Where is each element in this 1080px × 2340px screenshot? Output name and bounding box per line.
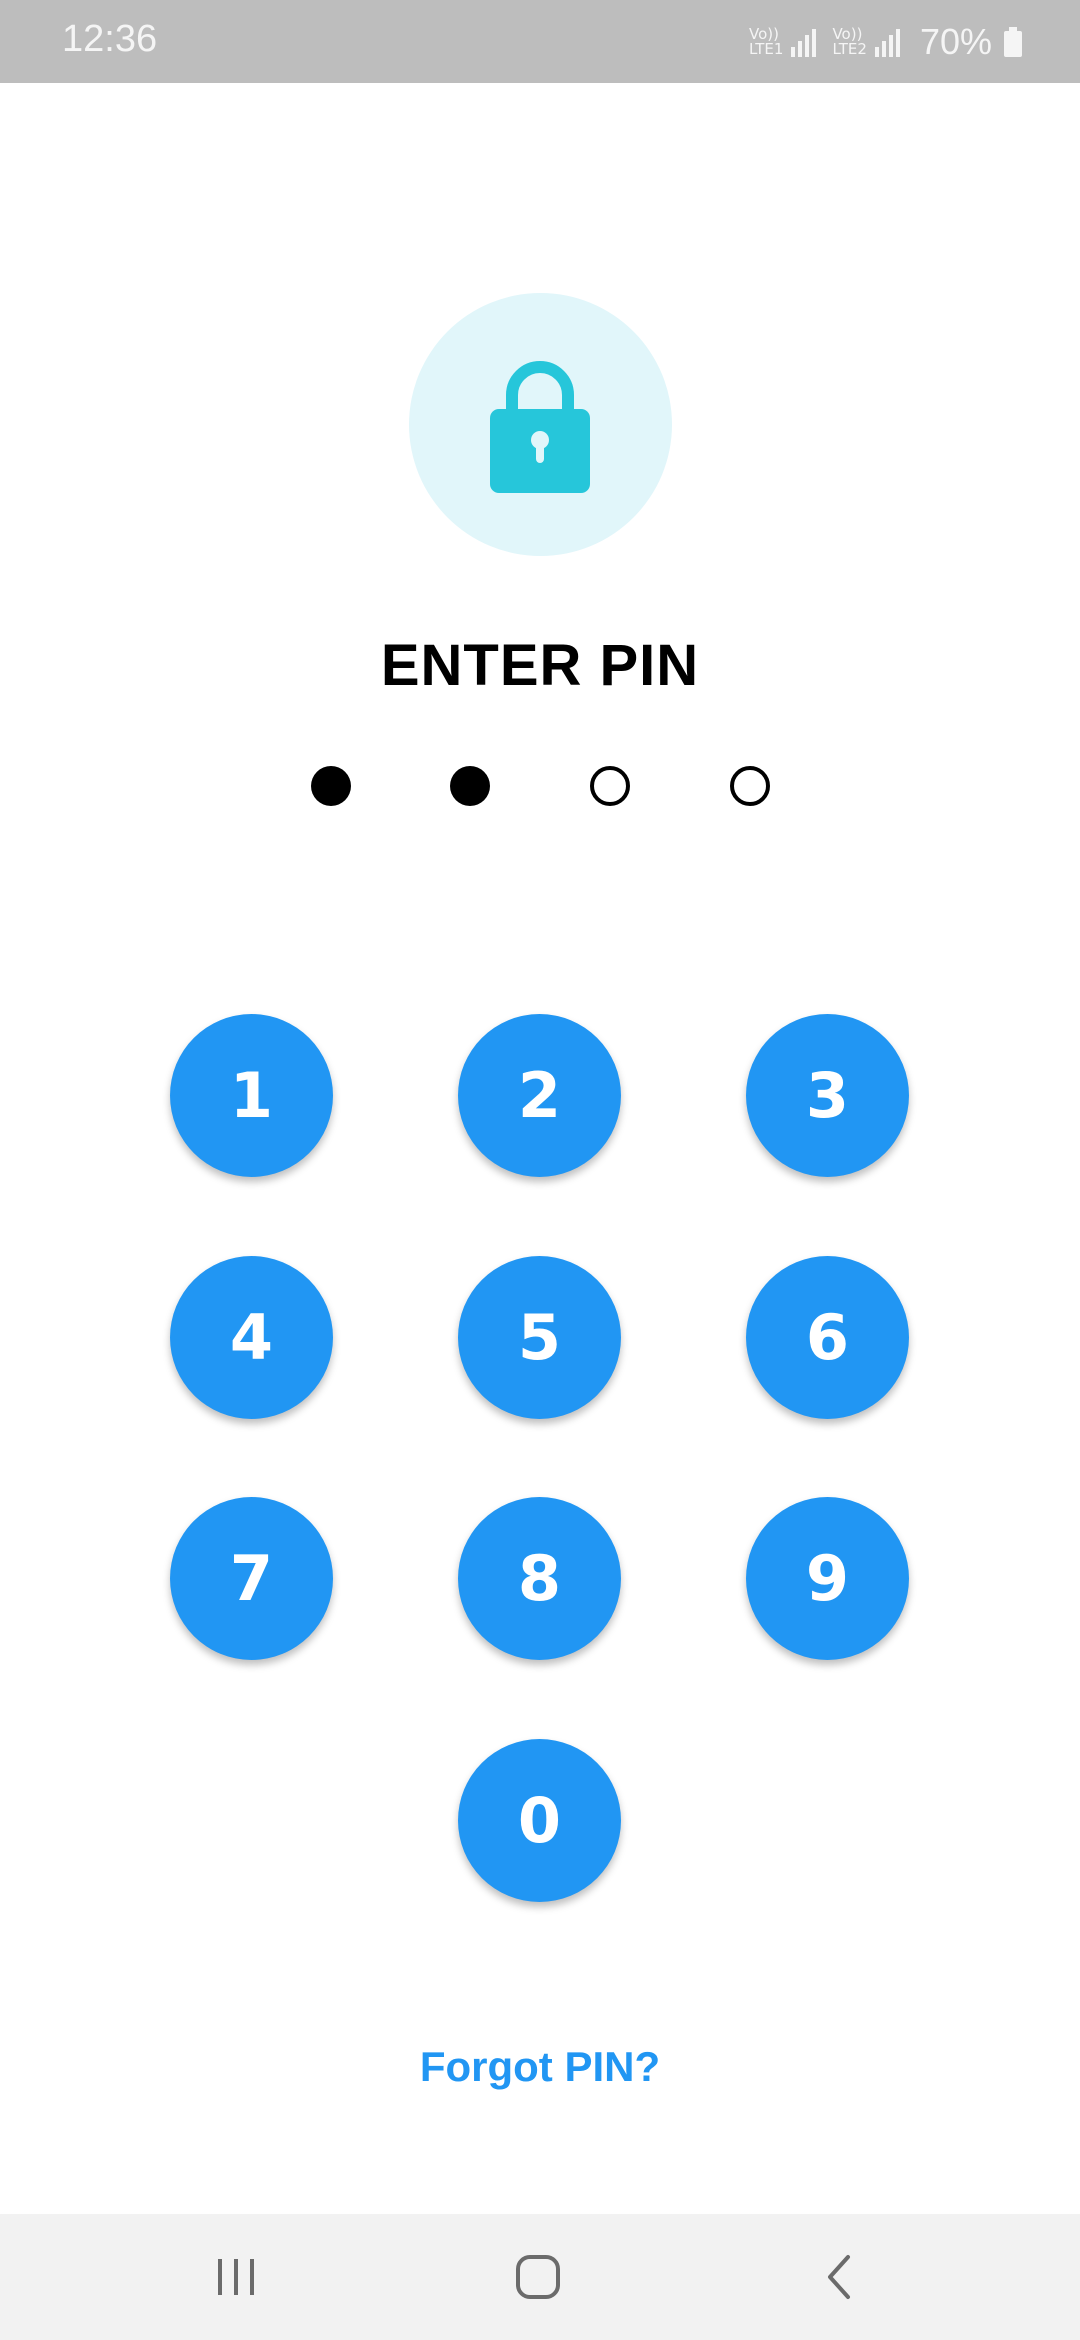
recent-apps-icon [218, 2259, 254, 2295]
key-4[interactable]: 4 [170, 1256, 333, 1419]
signal-icon [874, 27, 900, 57]
pin-dot-filled [311, 766, 351, 806]
key-3[interactable]: 3 [746, 1014, 909, 1177]
sim1-lte-indicator: Vo)) LTE1 [749, 27, 783, 57]
battery-icon [1004, 27, 1022, 57]
key-5[interactable]: 5 [458, 1256, 621, 1419]
pin-dot-empty [590, 766, 630, 806]
key-7[interactable]: 7 [170, 1497, 333, 1660]
key-6[interactable]: 6 [746, 1256, 909, 1419]
page-title: ENTER PIN [380, 633, 700, 698]
pin-indicator [0, 766, 1080, 806]
home-button[interactable] [478, 2214, 598, 2340]
back-icon [828, 2255, 850, 2299]
status-icons: Vo)) LTE1 Vo)) LTE2 70% [749, 20, 1022, 64]
home-icon [516, 2255, 560, 2299]
navigation-bar [0, 2214, 1080, 2340]
lock-icon [490, 361, 590, 493]
status-time: 12:36 [62, 18, 158, 60]
battery-percentage: 70% [919, 21, 992, 62]
lock-badge [409, 293, 672, 556]
key-2[interactable]: 2 [458, 1014, 621, 1177]
key-0[interactable]: 0 [458, 1739, 621, 1902]
pin-dot-empty [730, 766, 770, 806]
pin-dot-filled [450, 766, 490, 806]
signal-icon [791, 27, 817, 57]
key-9[interactable]: 9 [746, 1497, 909, 1660]
key-8[interactable]: 8 [458, 1497, 621, 1660]
forgot-pin-link[interactable]: Forgot PIN? [0, 2043, 1080, 2091]
recent-apps-button[interactable] [176, 2214, 296, 2340]
sim2-lte-indicator: Vo)) LTE2 [832, 27, 866, 57]
sim1-lte-label: LTE1 [748, 40, 784, 58]
back-button[interactable] [780, 2214, 900, 2340]
key-1[interactable]: 1 [170, 1014, 333, 1177]
sim2-lte-label: LTE2 [832, 40, 867, 58]
status-bar: 12:36 Vo)) LTE1 Vo)) LTE2 70% [0, 0, 1080, 83]
pin-screen: 12:36 Vo)) LTE1 Vo)) LTE2 70% ENTER PIN … [0, 0, 1080, 2340]
